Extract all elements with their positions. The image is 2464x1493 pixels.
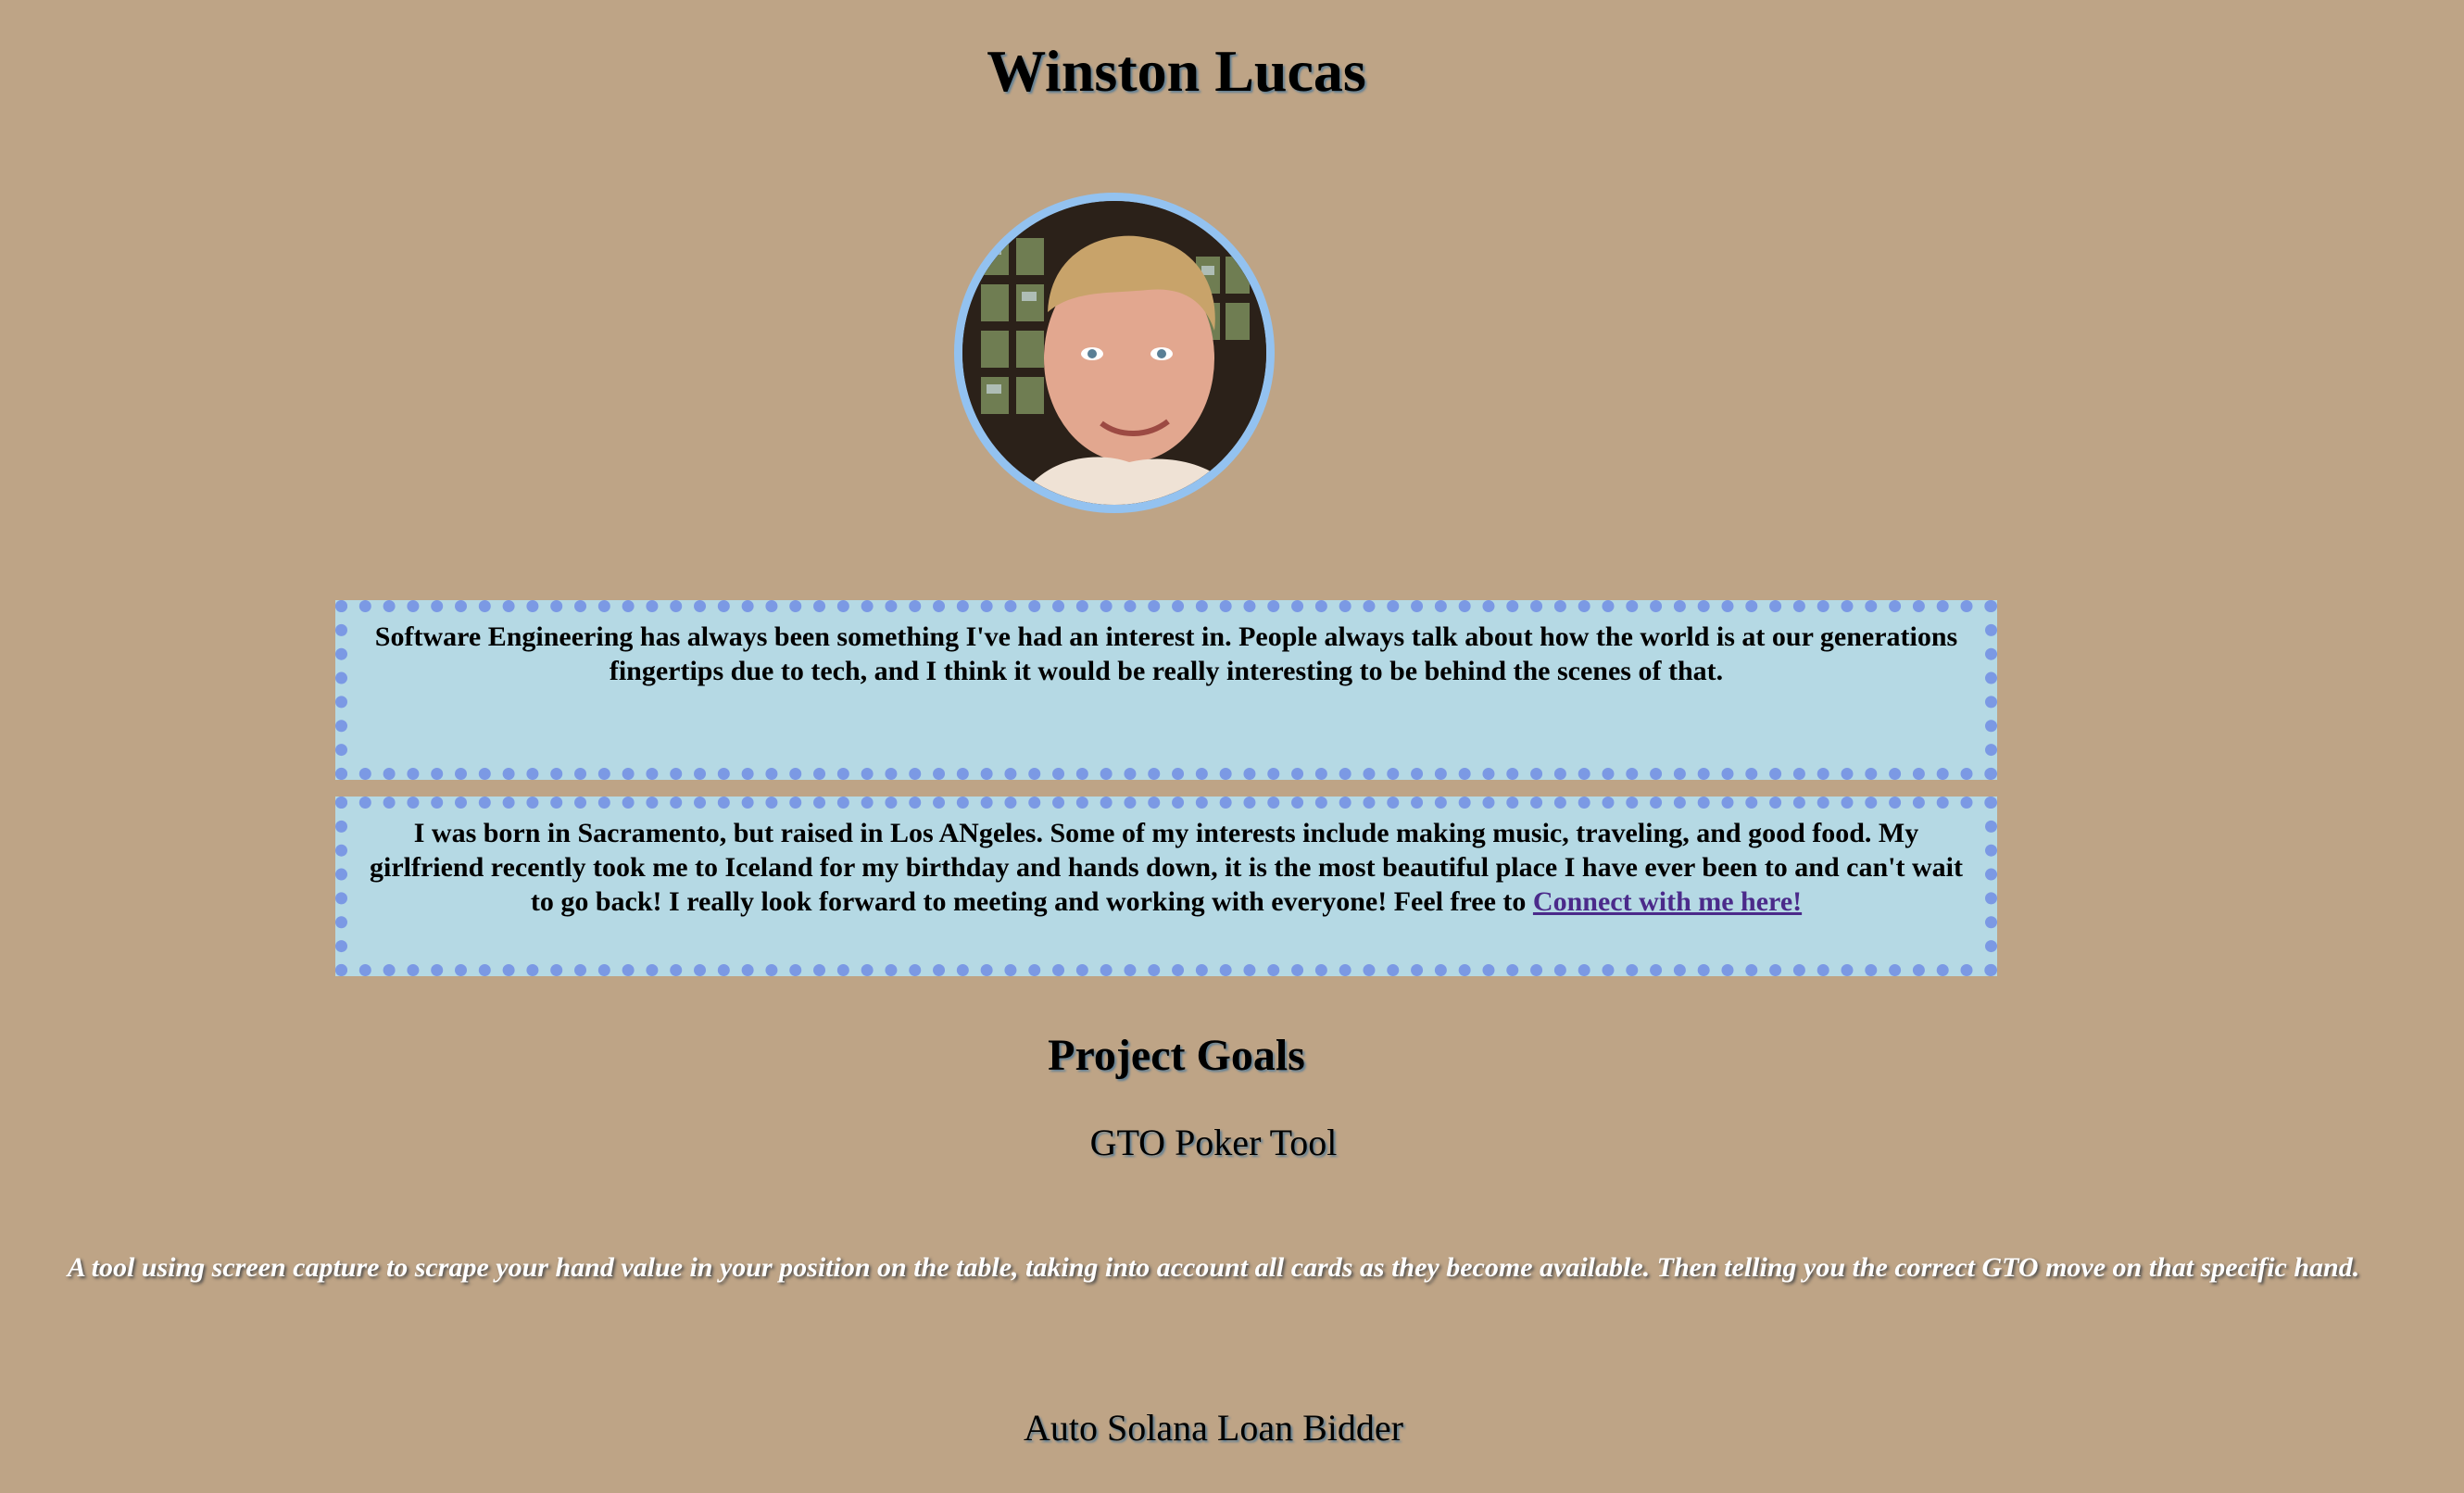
project-title-solana: Auto Solana Loan Bidder bbox=[1024, 1407, 1403, 1449]
personal-box: I was born in Sacramento, but raised in … bbox=[335, 797, 1997, 976]
project-title-gto: GTO Poker Tool bbox=[1089, 1122, 1338, 1163]
project-description-gto: A tool using screen capture to scrape yo… bbox=[67, 1252, 2360, 1283]
profile-photo-icon bbox=[962, 201, 1266, 505]
profile-photo bbox=[954, 193, 1275, 513]
about-text: Software Engineering has always been som… bbox=[374, 621, 1958, 686]
connect-link[interactable]: Connect with me here! bbox=[1533, 886, 1802, 917]
about-box: Software Engineering has always been som… bbox=[335, 600, 1997, 780]
page-title: Winston Lucas bbox=[987, 38, 1366, 104]
section-heading-project-goals: Project Goals bbox=[1048, 1031, 1305, 1080]
